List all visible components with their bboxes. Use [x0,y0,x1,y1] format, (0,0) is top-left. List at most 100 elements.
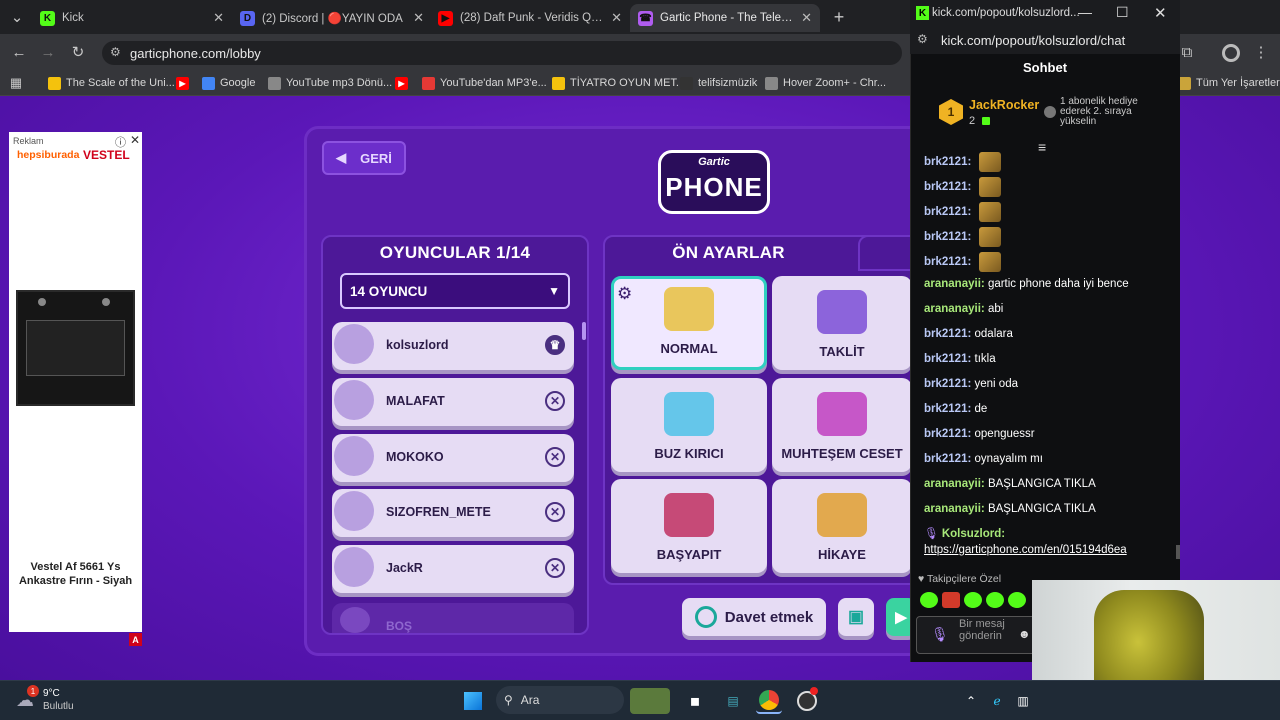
back-arrow-icon[interactable]: ← [8,41,30,63]
site-info-icon[interactable]: ⚙ [110,45,121,59]
bookmark[interactable]: Hover Zoom+ - Chr... [765,74,886,92]
bookmark-favicon-icon [552,76,565,90]
browser-tab[interactable]: K Kick ✕ [32,4,232,32]
new-tab-button[interactable]: + [828,6,850,28]
weather-condition: Bulutlu [43,701,74,712]
address-bar[interactable]: ⚙ garticphone.com/lobby [102,41,902,65]
promo-text: 1 abonelik hediye ederek 2. sıraya yükse… [1060,96,1138,127]
edge-icon[interactable]: ℯ [984,688,1010,714]
player-card[interactable]: kolsuzlord ♛ [332,322,574,370]
chat-message: brk2121: oynayalım mı [924,453,1043,465]
emote-icon[interactable] [1008,592,1026,608]
widgets-icon[interactable] [630,688,670,714]
minimize-icon[interactable]: — [1078,4,1092,20]
bookmark[interactable]: Google [202,74,255,92]
kick-player-icon[interactable]: ✕ [545,447,565,467]
preset-illustration-icon [664,392,714,436]
ad-close-icon[interactable]: ✕ [130,133,140,147]
bookmark[interactable]: The Scale of the Uni... [48,74,175,92]
emote-image-icon [978,152,1001,172]
url-text: garticphone.com/lobby [130,45,261,61]
chat-message: arananayii: gartic phone daha iyi bence [924,278,1129,290]
preset-card[interactable]: NORMAL [611,276,767,370]
apps-grid-icon[interactable]: ▦ [5,72,27,94]
emoji-icon[interactable]: ☻ [1018,627,1031,641]
emote-icon[interactable] [942,592,960,608]
chat-message: brk2121: [924,252,1174,272]
taskbar-search[interactable]: ⚲ Ara [496,686,624,714]
top-gifter-name[interactable]: JackRocker [969,98,1039,112]
preset-card[interactable]: HİKAYE [772,479,912,573]
windows-start-icon[interactable] [460,688,486,714]
player-card[interactable]: SIZOFREN_METE ✕ [332,489,574,537]
qr-code-button[interactable]: ▣ [838,598,874,636]
emote-icon[interactable] [964,592,982,608]
task-view-icon[interactable]: ◼ [682,688,708,714]
ad-product-title: Vestel Af 5661 Ys Ankastre Fırın - Siyah [18,561,133,587]
bookmark[interactable]: TİYATRO OYUN MET... [552,74,685,92]
chat-link[interactable]: https://garticphone.com/en/015194d6ea [924,543,1174,558]
chrome-icon[interactable] [756,688,782,714]
tab-close-icon[interactable]: ✕ [611,10,622,26]
player-card[interactable]: MALAFAT ✕ [332,378,574,426]
gartic-phone-logo: Gartic PHONE [658,146,770,216]
kick-address-bar[interactable]: ⚙ kick.com/popout/kolsuzlord/chat [910,28,1180,54]
menu-dots-icon[interactable]: ⋮ [1250,41,1272,63]
tab-close-icon[interactable]: ✕ [413,10,424,26]
bookmark[interactable]: YouTube mp3 Dönü... [268,74,392,92]
ad-panel[interactable]: Reklam ⓘ ✕ hepsiburada VESTEL Vestel Af … [9,132,142,632]
tab-close-icon[interactable]: ✕ [801,10,812,26]
tab-close-icon[interactable]: ✕ [213,10,224,26]
tray-chevron-icon[interactable]: ⌃ [958,688,984,714]
chat-message: brk2121: [924,177,1174,197]
bookmark[interactable]: YouTube'dan MP3'e... [422,74,547,92]
preset-card[interactable]: BUZ KIRICI [611,378,767,472]
close-window-icon[interactable]: ✕ [1154,4,1167,22]
bookmark[interactable]: telifsizmüzik [680,74,757,92]
file-explorer-icon[interactable]: ▤ [720,688,746,714]
play-icon: ▶ [895,609,907,626]
ad-brand-hepsiburada: hepsiburada [17,149,80,161]
browser-tab[interactable]: ▶ (28) Daft Punk - Veridis Quo (M ✕ [430,4,630,32]
profile-avatar[interactable] [1222,44,1240,62]
chat-scrollbar[interactable] [1176,545,1180,559]
emote-icon[interactable] [920,592,938,608]
invite-button[interactable]: Davet etmek [682,598,826,636]
tab-favicon-icon: ▶ [438,10,453,26]
preset-card[interactable]: BAŞYAPIT [611,479,767,573]
browser-tab[interactable]: D (2) Discord | 🔴YAYIN ODA ✕ [232,4,432,32]
maximize-icon[interactable]: ☐ [1116,4,1129,21]
bookmark[interactable]: ▶ [176,74,194,92]
player-card[interactable]: JackR ✕ [332,545,574,593]
custom-settings-tab[interactable] [858,235,918,271]
reload-icon[interactable]: ↻ [67,41,89,63]
emote-bar[interactable] [920,592,1026,608]
tray-bars-icon[interactable]: ▥ [1010,688,1036,714]
chat-input[interactable]: 🎙 Bir mesaj gönderin ☻ [916,616,1036,654]
player-count-select[interactable]: 14 OYUNCU ▼ [340,273,570,309]
emote-image-icon [978,202,1001,222]
emote-icon[interactable] [986,592,1004,608]
all-bookmarks[interactable]: Tüm Yer İşaretleri [1178,74,1280,92]
players-scrollbar[interactable] [582,322,586,340]
back-button[interactable]: ◀ GERİ [322,141,406,175]
browser-tab[interactable]: ☎ Gartic Phone - The Telepho ✕ [630,4,820,32]
kick-player-icon[interactable]: ✕ [545,502,565,522]
kick-player-icon[interactable]: ✕ [545,391,565,411]
chat-message: arananayii: BAŞLANGICA TIKLA [924,503,1096,515]
player-card[interactable]: MOKOKO ✕ [332,434,574,482]
preset-card[interactable]: TAKLİT [772,276,912,370]
bookmark-favicon-icon: ▶ [395,76,408,90]
chat-message: brk2121: openguessr [924,428,1035,440]
preset-card[interactable]: MUHTEŞEM CESET [772,378,912,472]
bookmark-favicon-icon [422,76,435,90]
preset-illustration-icon [817,493,867,537]
forward-arrow-icon[interactable]: → [37,41,59,63]
settings-gear-icon[interactable]: ⚙ [617,284,632,304]
back-triangle-icon: ◀ [336,150,347,165]
ad-label: Reklam [13,136,44,146]
rank-2-icon [1044,106,1056,118]
kick-player-icon[interactable]: ✕ [545,558,565,578]
tab-search-icon[interactable]: ⌄ [6,6,28,28]
bookmark[interactable]: ▶ [395,74,413,92]
